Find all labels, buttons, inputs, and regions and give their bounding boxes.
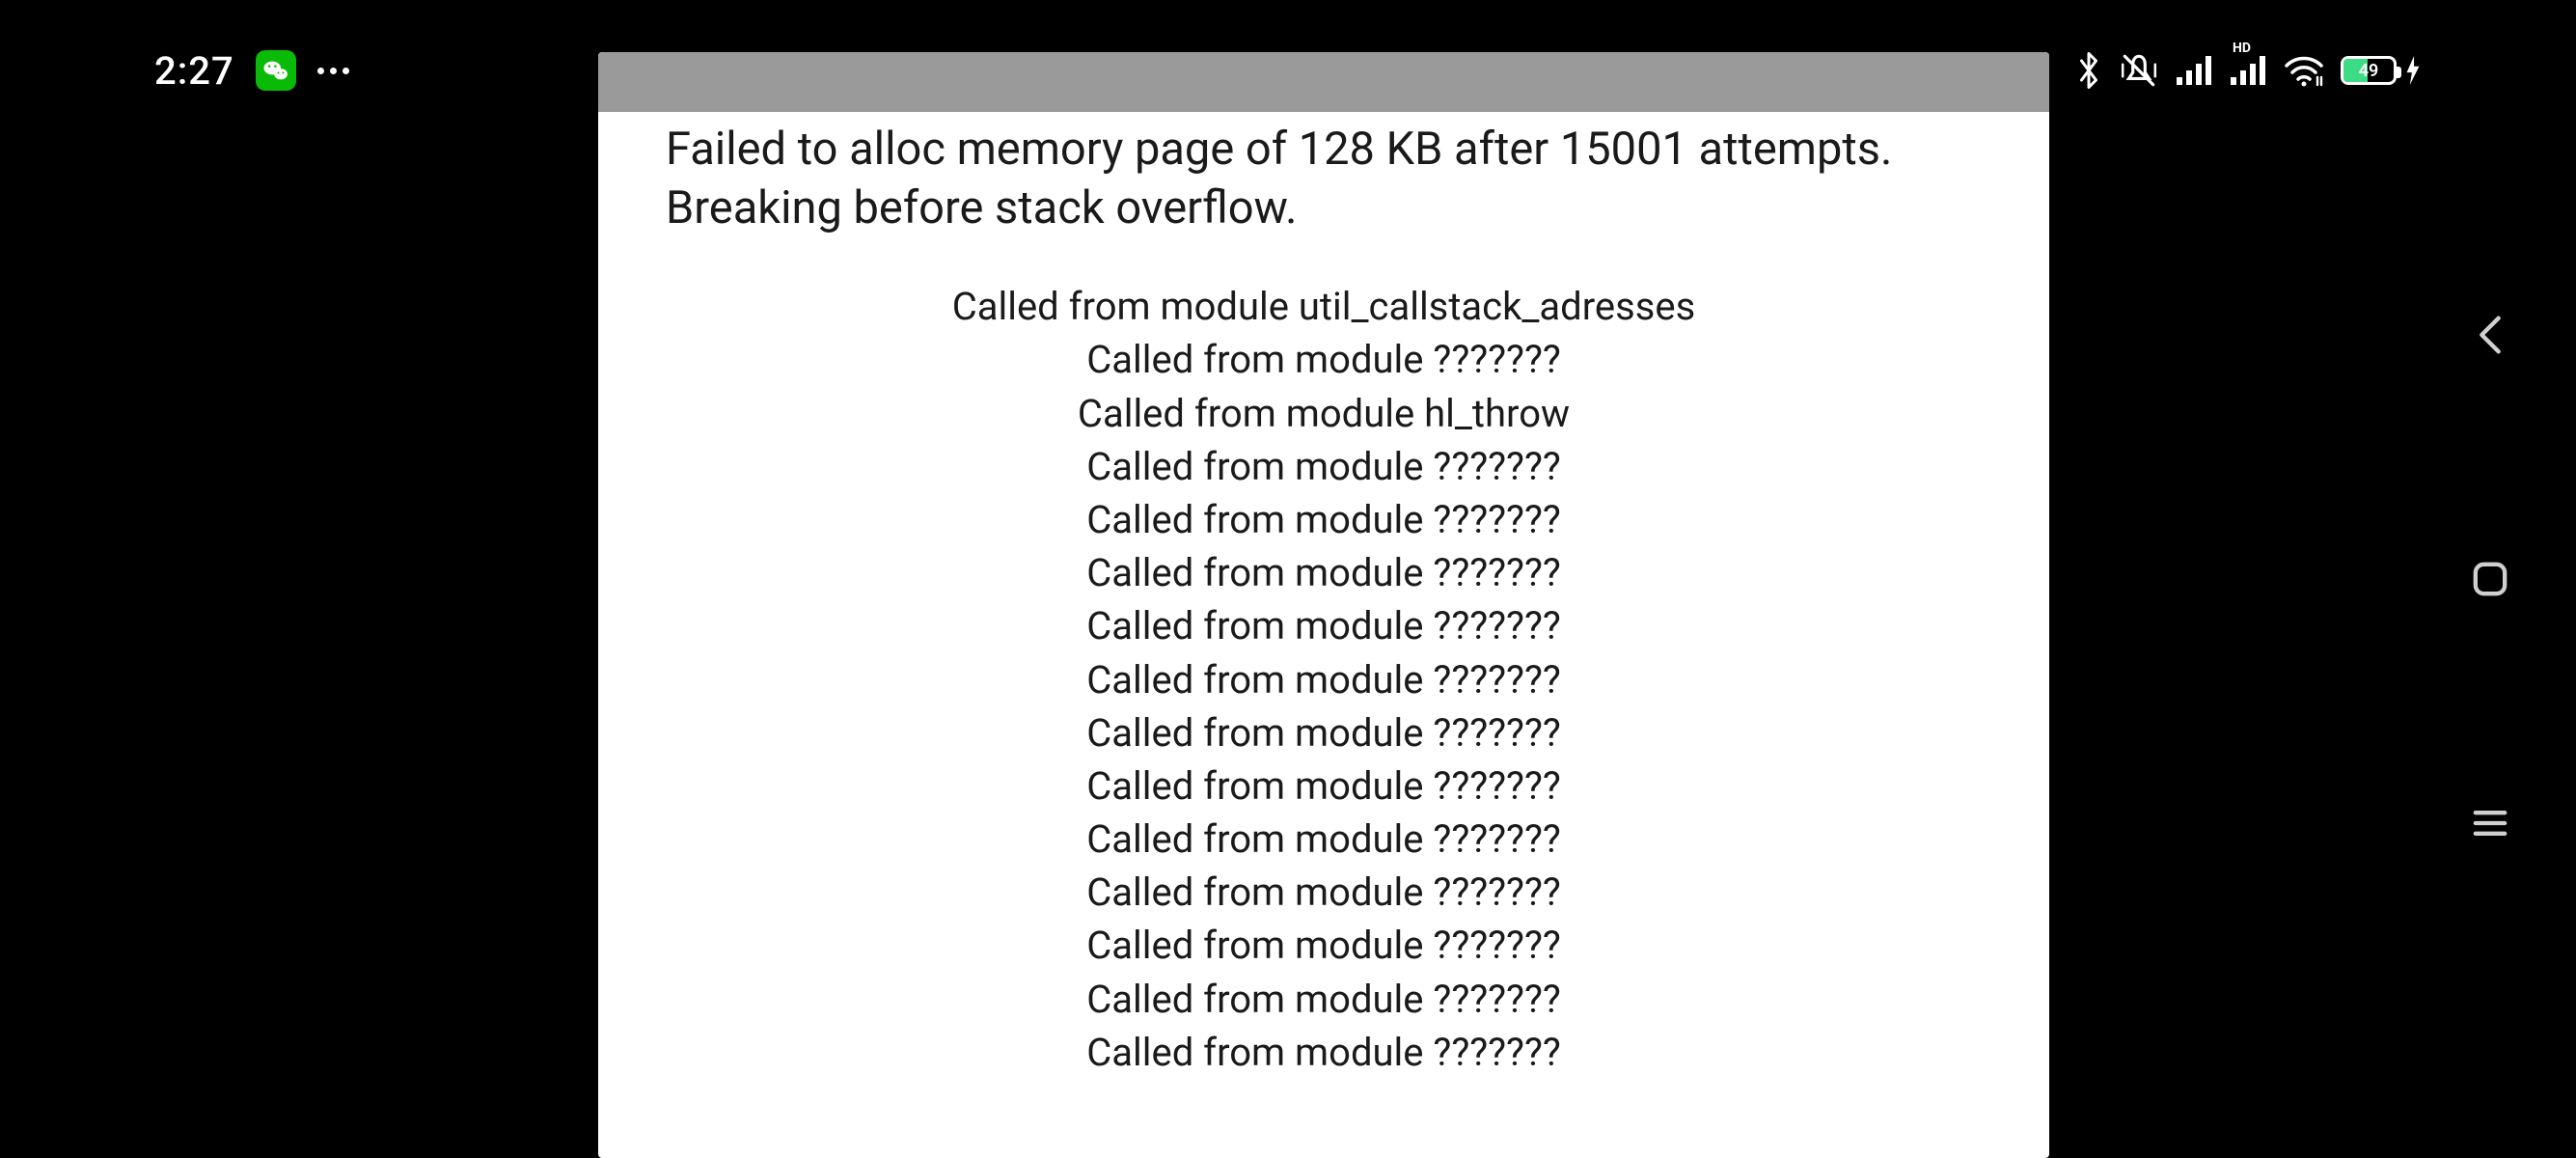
- callstack-line: Called from module ???????: [666, 706, 1982, 759]
- error-message: Failed to alloc memory page of 128 KB af…: [666, 120, 1982, 237]
- callstack-line: Called from module ???????: [666, 973, 1982, 1026]
- error-body: Failed to alloc memory page of 128 KB af…: [598, 112, 2049, 1079]
- callstack-line: Called from module ???????: [666, 866, 1982, 919]
- wechat-notification-icon: [256, 50, 296, 91]
- signal-sim1-icon: [2175, 54, 2213, 87]
- nav-recents-button[interactable]: [2456, 789, 2524, 857]
- bluetooth-icon: [2074, 51, 2103, 90]
- callstack-line: Called from module util_callstack_adress…: [666, 280, 1982, 333]
- callstack-line: Called from module ???????: [666, 546, 1982, 599]
- nav-back-button[interactable]: [2456, 301, 2524, 369]
- callstack-line: Called from module ???????: [666, 599, 1982, 652]
- battery-indicator: 49: [2341, 56, 2422, 85]
- charging-bolt-icon: [2404, 56, 2422, 85]
- status-bar: 2:27: [0, 37, 2576, 104]
- callstack-line: Called from module ???????: [666, 1026, 1982, 1079]
- signal-sim2-icon: HD: [2229, 54, 2267, 87]
- hd-badge: HD: [2233, 41, 2251, 56]
- battery-percent-text: 49: [2343, 61, 2394, 81]
- wifi-icon: [2283, 54, 2325, 87]
- vibrate-silent-icon: [2119, 50, 2159, 91]
- system-nav-rail: [2447, 0, 2534, 1158]
- callstack-list: Called from module util_callstack_adress…: [666, 280, 1982, 1079]
- callstack-line: Called from module ???????: [666, 493, 1982, 546]
- callstack-line: Called from module ???????: [666, 333, 1982, 386]
- callstack-line: Called from module ???????: [666, 813, 1982, 866]
- nav-home-button[interactable]: [2456, 545, 2524, 613]
- callstack-line: Called from module ???????: [666, 919, 1982, 972]
- status-left-cluster: 2:27: [154, 48, 349, 94]
- callstack-line: Called from module ???????: [666, 759, 1982, 813]
- error-dialog: Failed to alloc memory page of 128 KB af…: [598, 52, 2049, 1158]
- more-notifications-icon: [317, 68, 349, 74]
- status-right-cluster: HD 49: [2074, 50, 2422, 91]
- callstack-line: Called from module ???????: [666, 440, 1982, 493]
- callstack-line: Called from module hl_throw: [666, 387, 1982, 440]
- clock: 2:27: [154, 48, 234, 94]
- callstack-line: Called from module ???????: [666, 653, 1982, 706]
